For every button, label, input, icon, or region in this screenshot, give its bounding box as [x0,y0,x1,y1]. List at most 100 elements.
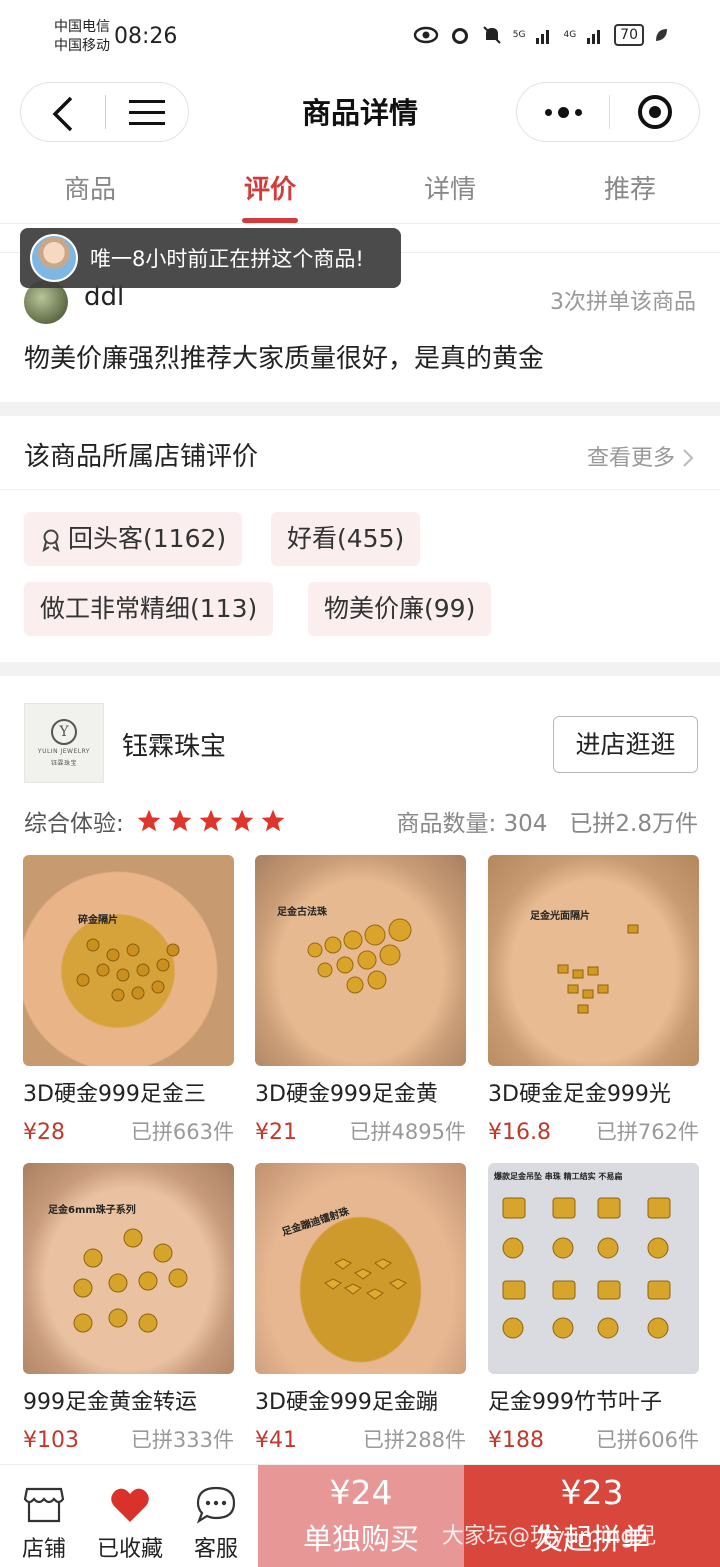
mute-icon [483,26,501,44]
reviewer-purchase-count: 3次拼单该商品 [550,290,696,315]
star-icon [261,809,285,832]
bottom-action-bar: 店铺 已收藏 客服 ¥24 单独购买 ¥23 发起拼单 [0,1464,720,1567]
rating-tag[interactable]: 物美价廉(99) [308,582,492,636]
carrier-2: 中国移动 [54,38,110,54]
single-label: 单独购买 [302,1522,419,1556]
battery-indicator: 70 [614,24,644,46]
favorite-button[interactable]: 已收藏 [88,1465,172,1563]
rating-tag[interactable]: 做工非常精细(113) [24,582,274,636]
product-image: 足金光面隔片 [488,855,699,1066]
shop-logo[interactable]: Y YULIN JEWELRY 钰霖珠宝 [24,703,104,783]
product-meta: ¥103 已拼333件 [23,1424,234,1454]
product-price: ¥188 [488,1428,544,1453]
signal-4g: 4G [563,30,577,40]
product-name: 3D硬金999足金三 [23,1082,206,1107]
shop-rating-header: 该商品所属店铺评价 查看更多 [0,416,720,490]
leaf-icon [656,29,667,41]
signal-bars-icon [587,30,601,44]
star-icon [168,809,192,832]
logo-text: YULIN JEWELRY [37,748,91,755]
product-image: 碎金隔片 [23,855,234,1066]
alarm-icon [451,28,468,44]
overall-experience: 综合体验: [24,804,286,838]
shop-name[interactable]: 钰霖珠宝 [122,726,226,763]
chevron-right-icon [683,449,694,467]
rating-tag[interactable]: 好看(455) [271,512,421,566]
logo-subtext: 钰霖珠宝 [50,760,77,767]
experience-label: 综合体验: [24,811,124,837]
product-image: 足金蹦迪镭射珠 [255,1163,466,1374]
view-more-link[interactable]: 查看更多 [587,440,694,472]
tab-reviews[interactable]: 评价 [180,154,360,223]
product-sold: 已拼606件 [595,1428,699,1452]
store-button[interactable]: 店铺 [4,1465,84,1563]
shop-stats: 商品数量: 304 已拼2.8万件 [396,804,698,838]
beads-illustration [557,924,639,1014]
product-sold: 已拼333件 [130,1428,234,1452]
store-label: 店铺 [21,1537,66,1562]
product-image: 足金6mm珠子系列 [23,1163,234,1374]
image-caption: 碎金隔片 [78,915,118,926]
service-label: 客服 [193,1537,238,1562]
carrier-info: 中国电信 中国移动 [54,18,110,56]
watermark: 大家坛@珑yuming兒 [442,1524,657,1549]
image-caption: 爆款足金吊坠 串珠 精工结实 不易扁 [494,1172,623,1181]
product-card[interactable]: 足金6mm珠子系列 999足金黄金转运 ¥103 已拼333件 [23,1163,234,1454]
tab-details[interactable]: 详情 [360,154,540,223]
product-price: ¥21 [255,1120,297,1145]
clock: 08:26 [114,24,178,49]
beads-illustration [76,938,180,1002]
product-price: ¥28 [23,1120,65,1145]
detail-tabs: 商品 评价 详情 推荐 [0,154,720,224]
product-name: 999足金黄金转运 [23,1390,197,1415]
product-meta: ¥21 已拼4895件 [255,1116,466,1146]
product-card[interactable]: 爆款足金吊坠 串珠 精工结实 不易扁 足金999竹节叶子 ¥188 已拼606件 [488,1163,699,1454]
single-price: ¥24 [329,1473,393,1512]
product-image: 爆款足金吊坠 串珠 精工结实 不易扁 [488,1163,699,1374]
group-count: 已拼2.8万件 [569,811,698,837]
customer-service-button[interactable]: 客服 [176,1465,256,1563]
product-grid: 碎金隔片 3D硬金999足金三 ¥28 已拼663件 足金古法珠 3D硬金999足… [23,855,699,1455]
toast-text: 唯一8小时前正在拼这个商品! [90,247,364,271]
ribbon-icon [42,529,60,552]
product-price: ¥41 [255,1428,297,1453]
close-miniapp-button[interactable] [610,95,699,129]
status-icons: 5G 4G 70 [413,24,668,46]
product-name: 3D硬金999足金蹦 [255,1390,438,1415]
shop-section: Y YULIN JEWELRY 钰霖珠宝 钰霖珠宝 进店逛逛 综合体验: 商品数… [0,676,720,1464]
beads-illustration [324,1258,407,1300]
product-card[interactable]: 足金光面隔片 3D硬金足金999光 ¥16.8 已拼762件 [488,855,699,1146]
view-more-label: 查看更多 [586,446,675,471]
buy-single-button[interactable]: ¥24 单独购买 [258,1465,464,1567]
signal-bars-icon [536,30,550,44]
product-name: 足金999竹节叶子 [488,1390,662,1415]
tab-goods[interactable]: 商品 [0,154,180,223]
product-card[interactable]: 碎金隔片 3D硬金999足金三 ¥28 已拼663件 [23,855,234,1146]
tab-recommend[interactable]: 推荐 [540,154,720,223]
beads-illustration [73,1228,188,1333]
pendants-illustration [502,1197,671,1339]
product-count: 商品数量: 304 [396,811,548,837]
product-sold: 已拼4895件 [349,1120,466,1144]
nav-right-capsule [516,82,700,142]
product-card[interactable]: 足金蹦迪镭射珠 3D硬金999足金蹦 ¥41 已拼288件 [255,1163,466,1454]
logo-mark: Y [51,719,77,745]
group-price: ¥23 [560,1473,624,1512]
rating-tag-label: 回头客(1162) [68,524,227,553]
nav-bar: 商品详情 [0,76,720,154]
product-meta: ¥28 已拼663件 [23,1116,234,1146]
group-buy-toast: 唯一8小时前正在拼这个商品! [20,228,401,288]
enter-shop-button[interactable]: 进店逛逛 [553,716,698,773]
avatar [30,234,78,282]
star-icon [230,809,254,832]
more-options-icon[interactable] [517,106,609,118]
beads-illustration [307,918,412,994]
product-card[interactable]: 足金古法珠 3D硬金999足金黄 ¥21 已拼4895件 [255,855,466,1146]
product-meta: ¥41 已拼288件 [255,1424,466,1454]
rating-tag[interactable]: 回头客(1162) [24,512,243,566]
product-sold: 已拼762件 [595,1120,699,1144]
start-group-buy-button[interactable]: ¥23 发起拼单 [464,1465,720,1567]
store-icon [23,1487,65,1523]
eye-icon [413,26,438,44]
status-bar: 中国电信 中国移动 08:26 5G 4G 70 [0,0,720,76]
